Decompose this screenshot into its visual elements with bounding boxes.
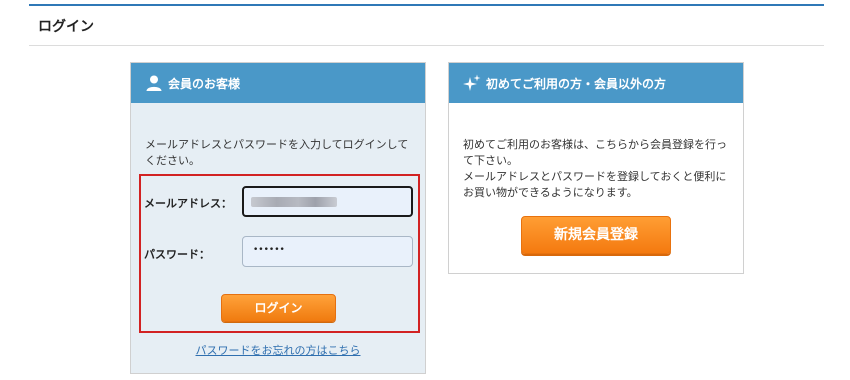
email-value-redacted bbox=[251, 197, 337, 207]
guest-description: 初めてご利用のお客様は、こちらから会員登録を行って下さい。 メールアドレスとパス… bbox=[463, 137, 735, 201]
member-panel-header: 会員のお客様 bbox=[131, 63, 425, 103]
member-login-panel: 会員のお客様 メールアドレスとパスワードを入力してログインしてください。 メール… bbox=[130, 62, 426, 374]
guest-panel: 初めてご利用の方・会員以外の方 初めてご利用のお客様は、こちらから会員登録を行っ… bbox=[448, 62, 744, 274]
guest-panel-header: 初めてご利用の方・会員以外の方 bbox=[449, 63, 743, 103]
guest-panel-title: 初めてご利用の方・会員以外の方 bbox=[486, 77, 667, 91]
email-label: メールアドレス： bbox=[144, 197, 232, 210]
guest-description-line1: 初めてご利用のお客様は、こちらから会員登録を行って下さい。 bbox=[463, 138, 727, 167]
user-icon bbox=[146, 75, 162, 91]
page-header: ログイン bbox=[29, 4, 824, 46]
email-field[interactable] bbox=[242, 186, 413, 217]
sparkle-icon bbox=[463, 74, 481, 91]
member-instructions: メールアドレスとパスワードを入力してログインしてください。 bbox=[145, 138, 409, 167]
password-label: パスワード： bbox=[144, 248, 210, 261]
password-value: •••••• bbox=[253, 245, 285, 255]
guest-description-line2: メールアドレスとパスワードを登録しておくと便利にお買い物ができるようになります。 bbox=[463, 170, 727, 199]
register-button[interactable]: 新規会員登録 bbox=[521, 216, 671, 254]
login-button[interactable]: ログイン bbox=[221, 294, 336, 322]
member-panel-title: 会員のお客様 bbox=[168, 77, 241, 91]
page-title: ログイン bbox=[38, 19, 94, 35]
forgot-password-link[interactable]: パスワードをお忘れの方はこちら bbox=[131, 342, 425, 358]
password-field[interactable]: •••••• bbox=[242, 236, 413, 267]
